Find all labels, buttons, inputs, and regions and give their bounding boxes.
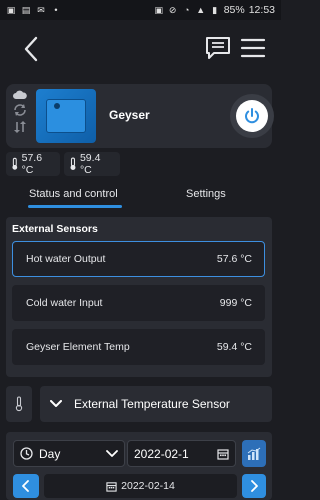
app-bar (0, 20, 281, 78)
device-name: Geyser (109, 108, 150, 122)
history-controls-panel: Day 2022-02-1 2022-02-14 (6, 432, 272, 500)
battery-icon: ▮ (212, 5, 218, 15)
temperature-chip: 57.6 °C (6, 152, 60, 176)
chevron-left-icon (22, 480, 29, 492)
tab-settings[interactable]: Settings (186, 188, 226, 200)
sim-card-icon: ▣ (154, 5, 163, 15)
bar-chart-icon (247, 447, 261, 460)
mute-icon: ⊘ (168, 5, 177, 15)
calendar-icon (106, 481, 117, 492)
sensor-type-icon-box (6, 386, 32, 422)
temperature-value: 59.4 °C (79, 152, 101, 176)
clock-time: 12:53 (248, 4, 275, 16)
back-arrow-icon (24, 36, 38, 62)
sim-card-icon: ▣ (6, 5, 16, 15)
sensor-value: 57.6 °C (216, 253, 252, 265)
chevron-down-icon (50, 400, 62, 407)
thermometer-icon (70, 157, 76, 170)
panel-title: External Sensors (12, 223, 98, 235)
clock-icon (20, 447, 33, 460)
selected-date-label: 2022-02-14 (44, 474, 237, 498)
mail-icon: ✉ (37, 5, 45, 15)
temperature-chip: 59.4 °C (64, 152, 120, 176)
sensor-label: Hot water Output (26, 253, 106, 265)
chevron-right-icon (251, 480, 258, 492)
signal-icon: ▲ (196, 5, 206, 15)
thermometer-icon (12, 157, 18, 170)
calendar-icon (217, 448, 229, 460)
power-button[interactable] (230, 94, 274, 138)
wifi-icon: ◔ (183, 5, 190, 15)
back-button[interactable] (18, 34, 44, 64)
thermometer-icon (15, 396, 23, 412)
tab-bar: Status and control Settings (0, 186, 281, 210)
power-button-face (236, 100, 268, 132)
sensor-label: Cold water Input (26, 297, 103, 309)
sensor-value: 59.4 °C (216, 341, 252, 353)
device-chip-dot (54, 103, 60, 109)
next-date-button[interactable] (242, 474, 266, 498)
device-chip (46, 99, 86, 133)
date-input[interactable]: 2022-02-1 (127, 440, 236, 467)
sensor-row-geyser-element-temp[interactable]: Geyser Element Temp 59.4 °C (12, 329, 265, 365)
period-select[interactable]: Day (13, 440, 125, 467)
status-bar: ▣ ▤ ✉ • ▣ ⊘ ◔ ▲ ▮ 85% 12:53 (0, 0, 281, 20)
battery-percent: 85% (223, 4, 245, 16)
hamburger-menu-icon (240, 38, 266, 58)
dot-icon: • (54, 5, 58, 15)
sensor-row-cold-water-input[interactable]: Cold water Input 999 °C (12, 285, 265, 321)
chat-button[interactable] (204, 34, 232, 62)
image-icon: ▤ (21, 5, 31, 15)
date-input-value: 2022-02-1 (134, 446, 189, 461)
previous-date-button[interactable] (13, 474, 39, 498)
cloud-icon (13, 90, 27, 99)
sensor-label: Geyser Element Temp (26, 341, 130, 353)
device-card[interactable]: Geyser (6, 84, 274, 148)
device-status-icons (12, 90, 28, 142)
period-select-value: Day (39, 446, 61, 461)
sync-icon (14, 104, 26, 116)
tab-status-and-control[interactable]: Status and control (29, 188, 118, 200)
chart-view-button[interactable] (242, 440, 266, 467)
active-tab-indicator (28, 205, 122, 208)
sensor-value: 999 °C (219, 297, 252, 309)
external-sensors-panel: External Sensors Hot water Output 57.6 °… (6, 217, 272, 377)
external-sensor-selector-row: External Temperature Sensor (6, 386, 272, 422)
chevron-down-icon (106, 449, 118, 457)
external-sensor-dropdown-label: External Temperature Sensor (74, 397, 230, 411)
external-sensor-dropdown[interactable]: External Temperature Sensor (40, 386, 272, 422)
sort-icon (14, 121, 26, 133)
temperature-value: 57.6 °C (21, 152, 43, 176)
selected-date-text: 2022-02-14 (121, 480, 175, 492)
menu-button[interactable] (240, 37, 266, 59)
sensor-row-hot-water-output[interactable]: Hot water Output 57.6 °C (12, 241, 265, 277)
power-icon (245, 108, 259, 124)
device-image (36, 89, 96, 143)
chat-icon (206, 37, 230, 59)
